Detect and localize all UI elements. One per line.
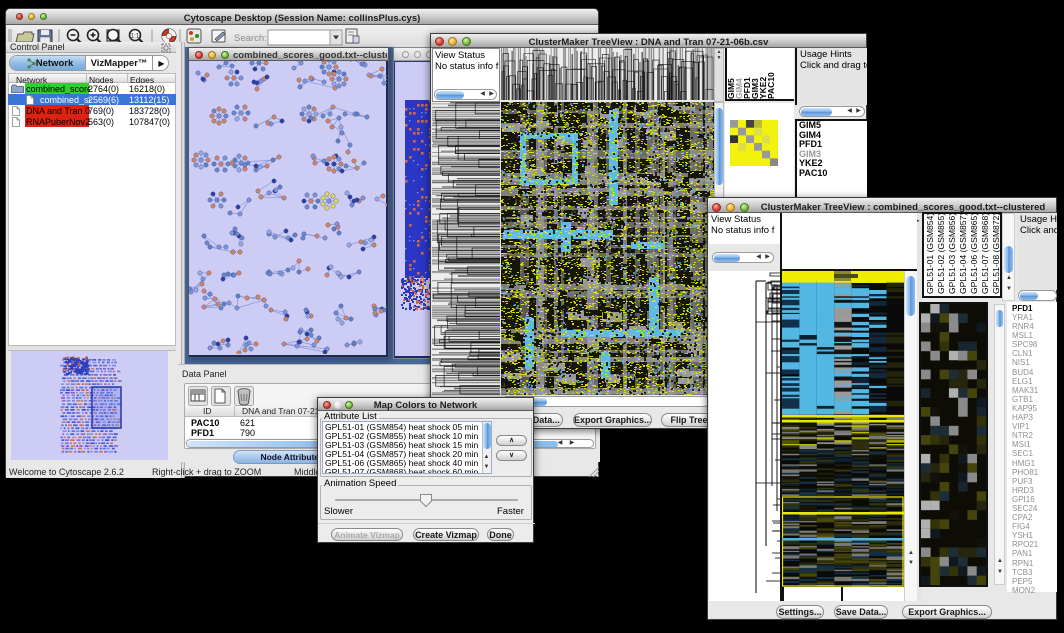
svg-text:GPL51-03 (GSM856): GPL51-03 (GSM856) <box>947 213 957 294</box>
svg-text:Search:: Search: <box>234 33 267 44</box>
svg-text:PAC10: PAC10 <box>766 72 776 99</box>
svg-text:GPL51-02 (GSM855): GPL51-02 (GSM855) <box>936 213 946 294</box>
svg-text:GPL51-01 (GSM854): GPL51-01 (GSM854) <box>925 213 935 294</box>
svg-text:GPL51-07 (GSM868): GPL51-07 (GSM868) <box>980 213 990 294</box>
svg-text:1:1: 1:1 <box>131 34 140 40</box>
svg-text:GPL51-08 (GSM872): GPL51-08 (GSM872) <box>991 213 1001 294</box>
svg-text:GPL51-04 (GSM857): GPL51-04 (GSM857) <box>958 213 968 294</box>
svg-text:GPL51-06 (GSM865): GPL51-06 (GSM865) <box>969 213 979 294</box>
